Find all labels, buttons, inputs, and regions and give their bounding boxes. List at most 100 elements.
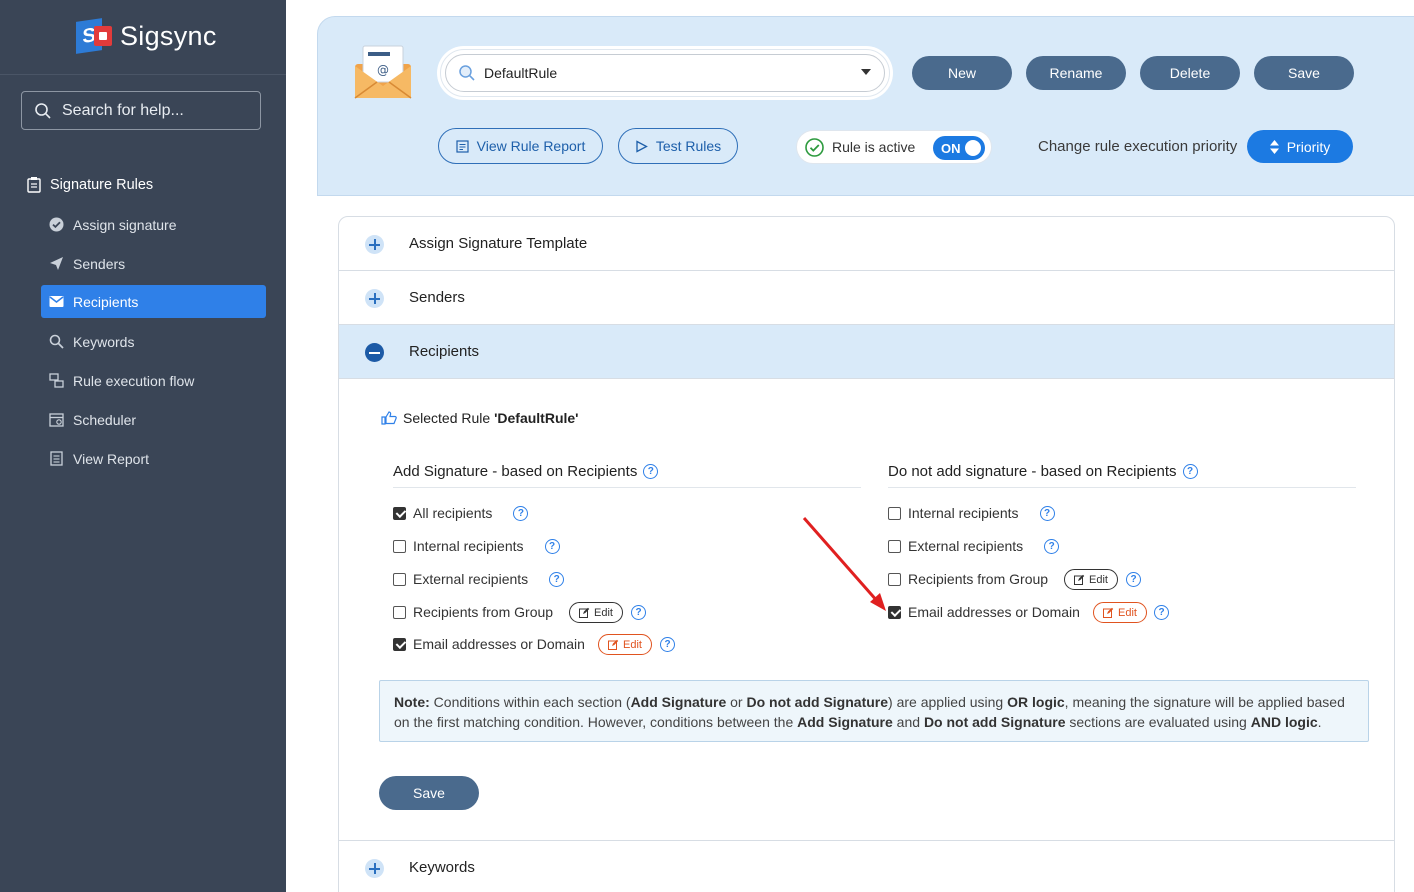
expand-plus-icon[interactable] (365, 859, 384, 878)
search-icon (35, 102, 51, 119)
note-text: . (1317, 714, 1322, 730)
note-label: Note: (394, 694, 430, 710)
option-label: External recipients (908, 538, 1024, 554)
help-icon[interactable]: ? (513, 505, 529, 521)
add-email-or-domain-checkbox[interactable] (393, 637, 406, 651)
add-external-recipients-checkbox[interactable] (393, 572, 406, 586)
help-search-placeholder: Search for help... (62, 101, 184, 119)
envelope-at-icon: @ (353, 44, 413, 100)
noadd-group-edit-button[interactable]: Edit (1064, 569, 1118, 590)
add-all-recipients-option: All recipients ? (393, 503, 529, 523)
sidebar-divider (0, 74, 286, 75)
test-rules-button[interactable]: Test Rules (618, 128, 738, 164)
help-icon[interactable]: ? (1126, 572, 1141, 587)
sidebar-item-view-report[interactable]: View Report (41, 442, 266, 475)
rule-select-value: DefaultRule (484, 65, 558, 81)
section-keywords[interactable]: Keywords (339, 840, 1394, 892)
report-icon (49, 451, 64, 466)
app-name: Sigsync (120, 20, 217, 51)
toggle-knob (965, 140, 981, 156)
sidebar-item-senders[interactable]: Senders (41, 247, 266, 280)
help-icon[interactable]: ? (660, 637, 675, 652)
sidebar-item-label: Senders (73, 255, 126, 272)
rule-select-dropdown[interactable]: DefaultRule (440, 49, 890, 97)
send-icon (49, 256, 64, 271)
noadd-email-domain-edit-button[interactable]: Edit (1093, 602, 1147, 623)
note-bold: OR logic (1007, 694, 1065, 710)
option-label: Recipients from Group (908, 571, 1049, 587)
help-icon[interactable]: ? (1154, 605, 1169, 620)
edit-label: Edit (623, 638, 642, 651)
add-all-recipients-checkbox[interactable] (393, 506, 406, 520)
option-label: Recipients from Group (413, 604, 554, 620)
add-group-edit-button[interactable]: Edit (569, 602, 623, 623)
note-text: and (892, 714, 924, 730)
sidebar-item-label: Recipients (73, 293, 139, 310)
expand-plus-icon[interactable] (365, 289, 384, 308)
help-icon[interactable]: ? (1044, 538, 1060, 554)
annotation-arrow-icon (802, 517, 886, 611)
column-divider (393, 487, 861, 488)
calendar-icon (49, 412, 64, 427)
new-rule-button[interactable]: New (912, 56, 1012, 90)
logic-note: Note: Conditions within each section (Ad… (379, 680, 1369, 742)
add-email-or-domain-option: Email addresses or Domain (393, 634, 585, 654)
edit-icon (1074, 574, 1085, 585)
section-senders[interactable]: Senders (339, 271, 1394, 325)
sidebar-item-label: Keywords (73, 333, 135, 350)
priority-label: Priority (1286, 138, 1331, 155)
rule-active-status: Rule is active ON (796, 130, 992, 164)
view-rule-report-button[interactable]: View Rule Report (438, 128, 603, 164)
section-assign-signature-template[interactable]: Assign Signature Template (339, 217, 1394, 271)
help-icon[interactable]: ? (544, 538, 560, 554)
collapse-minus-icon[interactable] (365, 343, 384, 362)
edit-label: Edit (1089, 573, 1108, 586)
svg-text:@: @ (377, 63, 389, 77)
add-recipients-from-group-checkbox[interactable] (393, 605, 406, 619)
priority-button[interactable]: Priority (1247, 130, 1353, 163)
sidebar-item-assign-signature[interactable]: Assign signature (41, 208, 266, 241)
rule-active-toggle[interactable]: ON (933, 136, 985, 160)
save-rule-button[interactable]: Save (1254, 56, 1354, 90)
add-signature-title-text: Add Signature - based on Recipients (393, 463, 638, 480)
sort-icon (1269, 139, 1279, 154)
edit-icon (1103, 607, 1114, 618)
app-logo[interactable]: S Sigsync (76, 18, 217, 54)
section-label: Recipients (409, 343, 480, 360)
help-icon[interactable]: ? (1182, 464, 1198, 479)
help-icon[interactable]: ? (1039, 505, 1055, 521)
noadd-email-or-domain-option: Email addresses or Domain (888, 602, 1080, 622)
sidebar-item-rule-execution-flow[interactable]: Rule execution flow (41, 364, 266, 397)
help-search-input[interactable]: Search for help... (21, 91, 261, 130)
expand-plus-icon[interactable] (365, 235, 384, 254)
clipboard-icon (27, 177, 41, 193)
sidebar: S Sigsync Search for help... Signature R… (0, 0, 286, 892)
note-text: sections are evaluated using (1065, 714, 1251, 730)
section-recipients[interactable]: Recipients (339, 325, 1394, 379)
search-icon (49, 334, 64, 349)
add-email-domain-edit-button[interactable]: Edit (598, 634, 652, 655)
help-icon[interactable]: ? (549, 571, 565, 587)
rename-rule-button[interactable]: Rename (1026, 56, 1126, 90)
sidebar-section-label: Signature Rules (50, 176, 154, 193)
save-recipients-button[interactable]: Save (379, 776, 479, 810)
noadd-internal-recipients-option: Internal recipients ? (888, 503, 1055, 523)
delete-rule-button[interactable]: Delete (1140, 56, 1240, 90)
sidebar-section-signature-rules[interactable]: Signature Rules (26, 176, 153, 193)
edit-icon (579, 607, 590, 618)
sidebar-item-recipients[interactable]: Recipients (41, 285, 266, 318)
option-label: Internal recipients (908, 505, 1019, 521)
noadd-recipients-from-group-option: Recipients from Group (888, 569, 1048, 589)
report-icon (456, 139, 469, 153)
hand-pointer-icon (381, 411, 397, 425)
note-text: ) are applied using (888, 694, 1008, 710)
sidebar-item-keywords[interactable]: Keywords (41, 325, 266, 358)
sidebar-item-scheduler[interactable]: Scheduler (41, 403, 266, 436)
help-icon[interactable]: ? (631, 605, 646, 620)
edit-label: Edit (1118, 606, 1137, 619)
flow-icon (49, 373, 64, 388)
noadd-external-recipients-option: External recipients ? (888, 536, 1060, 556)
help-icon[interactable]: ? (643, 464, 659, 479)
no-add-signature-title-text: Do not add signature - based on Recipien… (888, 463, 1177, 480)
add-internal-recipients-checkbox[interactable] (393, 539, 406, 553)
